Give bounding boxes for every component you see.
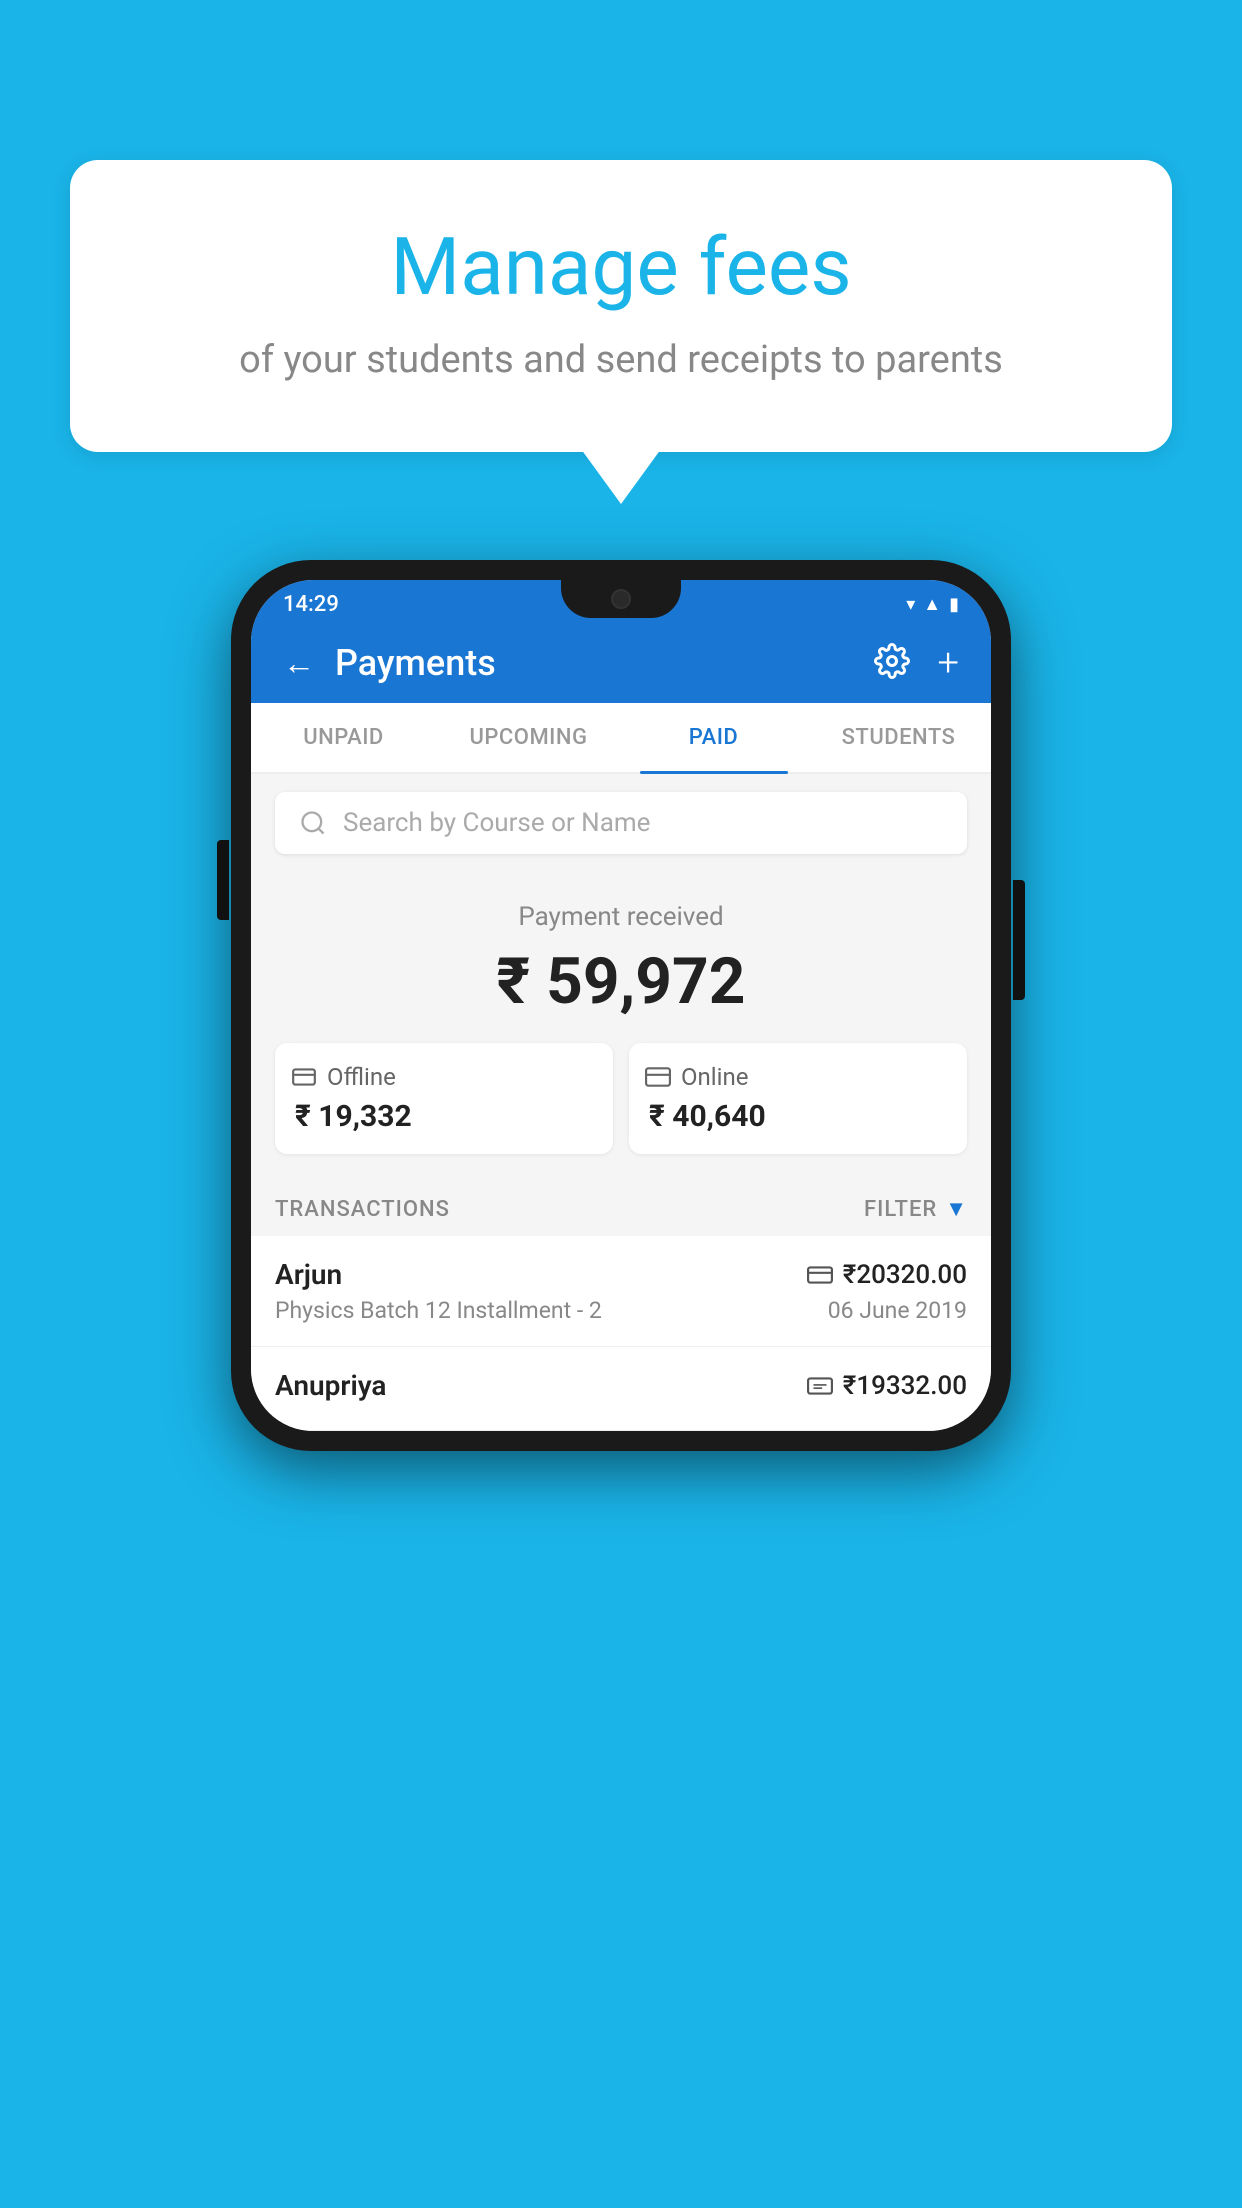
phone-inner: 14:29 ▾ ▲ ▮ ← Payments [251, 580, 991, 1431]
online-icon [645, 1064, 671, 1090]
online-card-header: Online [645, 1063, 748, 1091]
phone-mockup: 14:29 ▾ ▲ ▮ ← Payments [231, 560, 1011, 1451]
tab-students[interactable]: STUDENTS [806, 703, 991, 772]
battery-icon: ▮ [949, 594, 959, 615]
offline-amount: ₹ 19,332 [291, 1099, 412, 1134]
transaction-row[interactable]: Arjun ₹20320.00 Physics Batch 12 Install… [251, 1236, 991, 1347]
offline-label: Offline [327, 1063, 396, 1091]
online-card: Online ₹ 40,640 [629, 1043, 967, 1154]
payment-total-amount: ₹ 59,972 [275, 944, 967, 1019]
payment-received-label: Payment received [275, 902, 967, 932]
front-camera [611, 589, 631, 609]
tab-unpaid[interactable]: UNPAID [251, 703, 436, 772]
back-button[interactable]: ← [283, 644, 315, 682]
payment-cards: Offline ₹ 19,332 Online ₹ [275, 1043, 967, 1154]
bubble-subtitle: of your students and send receipts to pa… [120, 338, 1122, 382]
transaction-amount: ₹19332.00 [843, 1371, 967, 1401]
transaction-top: Anupriya ₹19332.00 [275, 1369, 967, 1402]
transaction-bottom: Physics Batch 12 Installment - 2 06 June… [275, 1297, 967, 1324]
search-input[interactable]: Search by Course or Name [343, 808, 650, 838]
payment-summary: Payment received ₹ 59,972 Offline [251, 872, 991, 1178]
phone-outer: 14:29 ▾ ▲ ▮ ← Payments [231, 560, 1011, 1451]
bubble-title: Manage fees [120, 220, 1122, 314]
transactions-label: TRANSACTIONS [275, 1197, 450, 1222]
offline-card: Offline ₹ 19,332 [275, 1043, 613, 1154]
search-icon [299, 809, 327, 837]
transaction-row[interactable]: Anupriya ₹19332.00 [251, 1347, 991, 1431]
signal-icon: ▲ [923, 594, 941, 615]
transaction-top: Arjun ₹20320.00 [275, 1258, 967, 1291]
transaction-course: Physics Batch 12 Installment - 2 [275, 1297, 602, 1324]
transaction-date: 06 June 2019 [828, 1297, 967, 1324]
search-box[interactable]: Search by Course or Name [275, 792, 967, 854]
status-time: 14:29 [283, 592, 339, 617]
transaction-amount-row: ₹19332.00 [807, 1371, 967, 1401]
speech-bubble: Manage fees of your students and send re… [70, 160, 1172, 452]
online-label: Online [681, 1063, 748, 1091]
settings-button[interactable] [874, 643, 910, 683]
filter-icon: ▼ [945, 1196, 967, 1222]
transactions-header: TRANSACTIONS FILTER ▼ [251, 1178, 991, 1236]
transaction-amount: ₹20320.00 [843, 1260, 967, 1290]
tab-upcoming[interactable]: UPCOMING [436, 703, 621, 772]
app-bar-title: Payments [335, 642, 496, 684]
status-icons: ▾ ▲ ▮ [906, 594, 959, 615]
wifi-icon: ▾ [906, 594, 915, 615]
card-payment-icon [807, 1265, 833, 1285]
offline-icon [291, 1064, 317, 1090]
offline-card-header: Offline [291, 1063, 396, 1091]
phone-notch [561, 580, 681, 618]
transaction-name: Arjun [275, 1258, 342, 1291]
tabs-bar: UNPAID UPCOMING PAID STUDENTS [251, 703, 991, 774]
search-container: Search by Course or Name [251, 774, 991, 872]
transaction-name: Anupriya [275, 1369, 386, 1402]
online-amount: ₹ 40,640 [645, 1099, 766, 1134]
app-bar-left: ← Payments [283, 642, 496, 684]
add-button[interactable]: + [938, 641, 959, 685]
app-bar-right: + [874, 641, 959, 685]
cash-payment-icon [807, 1376, 833, 1396]
filter-container[interactable]: FILTER ▼ [864, 1196, 967, 1222]
app-bar: ← Payments + [251, 623, 991, 703]
tab-paid[interactable]: PAID [621, 703, 806, 772]
filter-label: FILTER [864, 1197, 937, 1222]
transaction-amount-row: ₹20320.00 [807, 1260, 967, 1290]
